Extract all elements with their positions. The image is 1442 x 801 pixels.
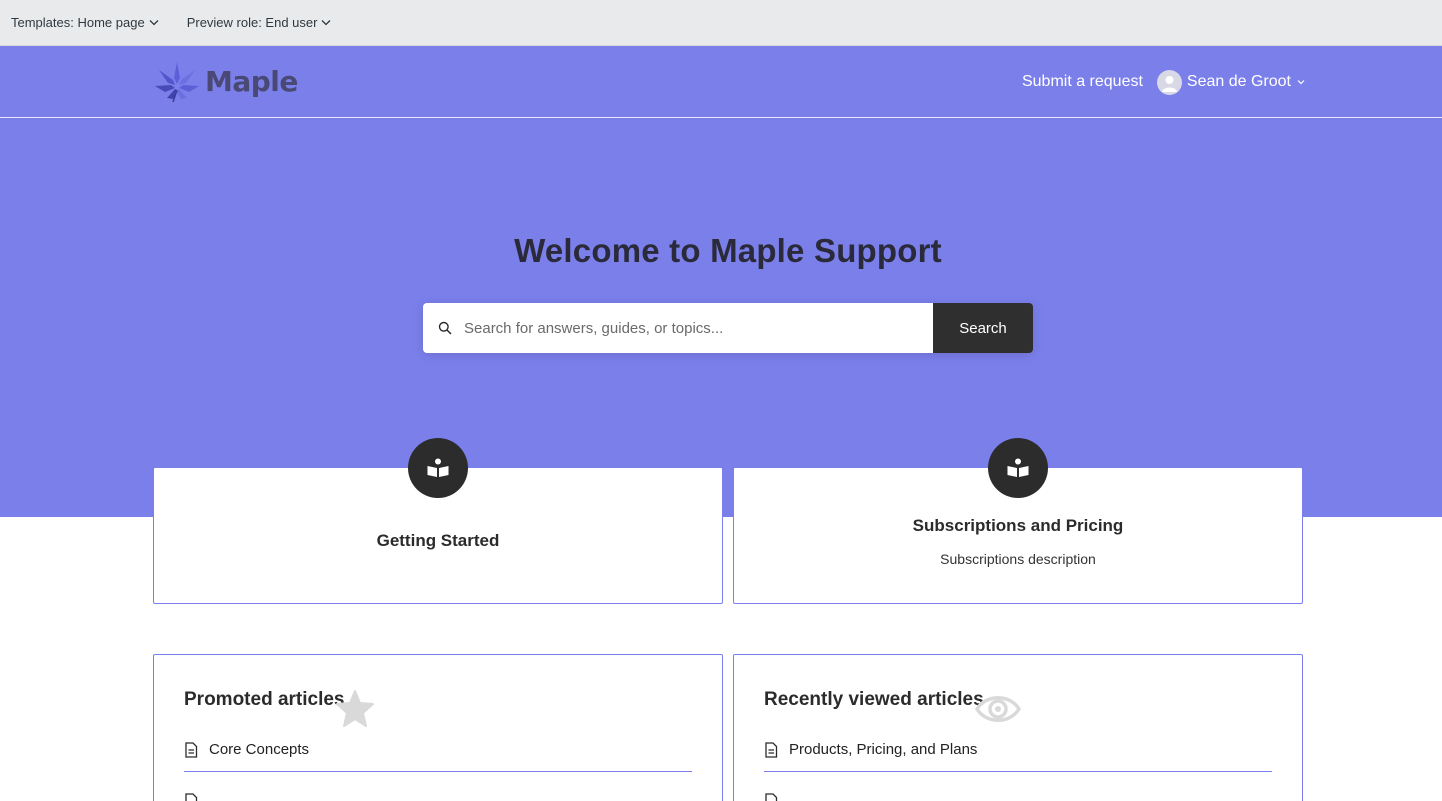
search-icon [438, 321, 452, 335]
user-avatar-icon [1161, 75, 1177, 92]
document-icon [765, 741, 778, 758]
template-dropdown[interactable]: Templates: Home page [11, 15, 159, 30]
category-title: Getting Started [376, 531, 500, 550]
article-title: Core Concepts [209, 741, 310, 758]
template-dropdown-label: Templates: Home page [11, 15, 145, 30]
hero-section: Welcome to Maple Support Search [0, 118, 1442, 517]
category-description: Subscriptions description [940, 551, 1096, 567]
eye-icon [974, 696, 1022, 722]
star-icon [336, 690, 374, 727]
user-name: Sean de Groot [1186, 73, 1291, 90]
category-icon [988, 438, 1048, 498]
logo-link[interactable]: Maple [153, 59, 298, 103]
promoted-articles-panel: Promoted articles Core Concepts [153, 654, 723, 801]
page-title: Welcome to Maple Support [514, 232, 942, 269]
open-book-icon [1007, 458, 1029, 477]
article-link[interactable]: Core Concepts [184, 728, 692, 772]
avatar [1156, 69, 1182, 95]
search-input[interactable] [464, 319, 904, 337]
document-icon [185, 793, 198, 801]
article-link[interactable]: Products, Pricing, and Plans [764, 728, 1272, 772]
site-header: Maple Submit a request Sean de Groot [0, 46, 1442, 118]
article-link-partial[interactable] [764, 793, 778, 801]
chevron-down-icon [1297, 80, 1305, 85]
user-menu[interactable]: Sean de Groot [1156, 69, 1307, 95]
submit-request-link[interactable]: Submit a request [1022, 73, 1143, 91]
chevron-down-icon [149, 20, 159, 26]
logo-text: Maple [205, 64, 298, 98]
article-title: Products, Pricing, and Plans [789, 741, 978, 758]
article-link-partial[interactable] [184, 793, 198, 801]
recent-articles-panel: Recently viewed articles Products, Prici… [733, 654, 1303, 801]
search-field [423, 303, 933, 353]
document-icon [765, 793, 778, 801]
search-form: Search [423, 303, 1033, 353]
document-icon [185, 741, 198, 758]
header-nav: Submit a request Sean de Groot [1022, 68, 1307, 96]
promoted-articles-title: Promoted articles [184, 689, 345, 710]
category-icon [408, 438, 468, 498]
role-dropdown-label: Preview role: End user [186, 15, 318, 30]
preview-toolbar: Templates: Home page Preview role: End u… [0, 0, 1442, 46]
category-card-subscriptions[interactable]: Subscriptions and Pricing Subscriptions … [733, 438, 1303, 604]
recent-articles-title: Recently viewed articles [764, 689, 984, 710]
category-card-getting-started[interactable]: Getting Started [153, 438, 723, 604]
chevron-down-icon [322, 20, 331, 26]
search-button[interactable]: Search [933, 303, 1033, 353]
category-title: Subscriptions and Pricing [912, 516, 1124, 535]
maple-leaf-logo-icon [155, 62, 199, 102]
open-book-icon [427, 458, 449, 477]
role-dropdown[interactable]: Preview role: End user [187, 15, 332, 30]
